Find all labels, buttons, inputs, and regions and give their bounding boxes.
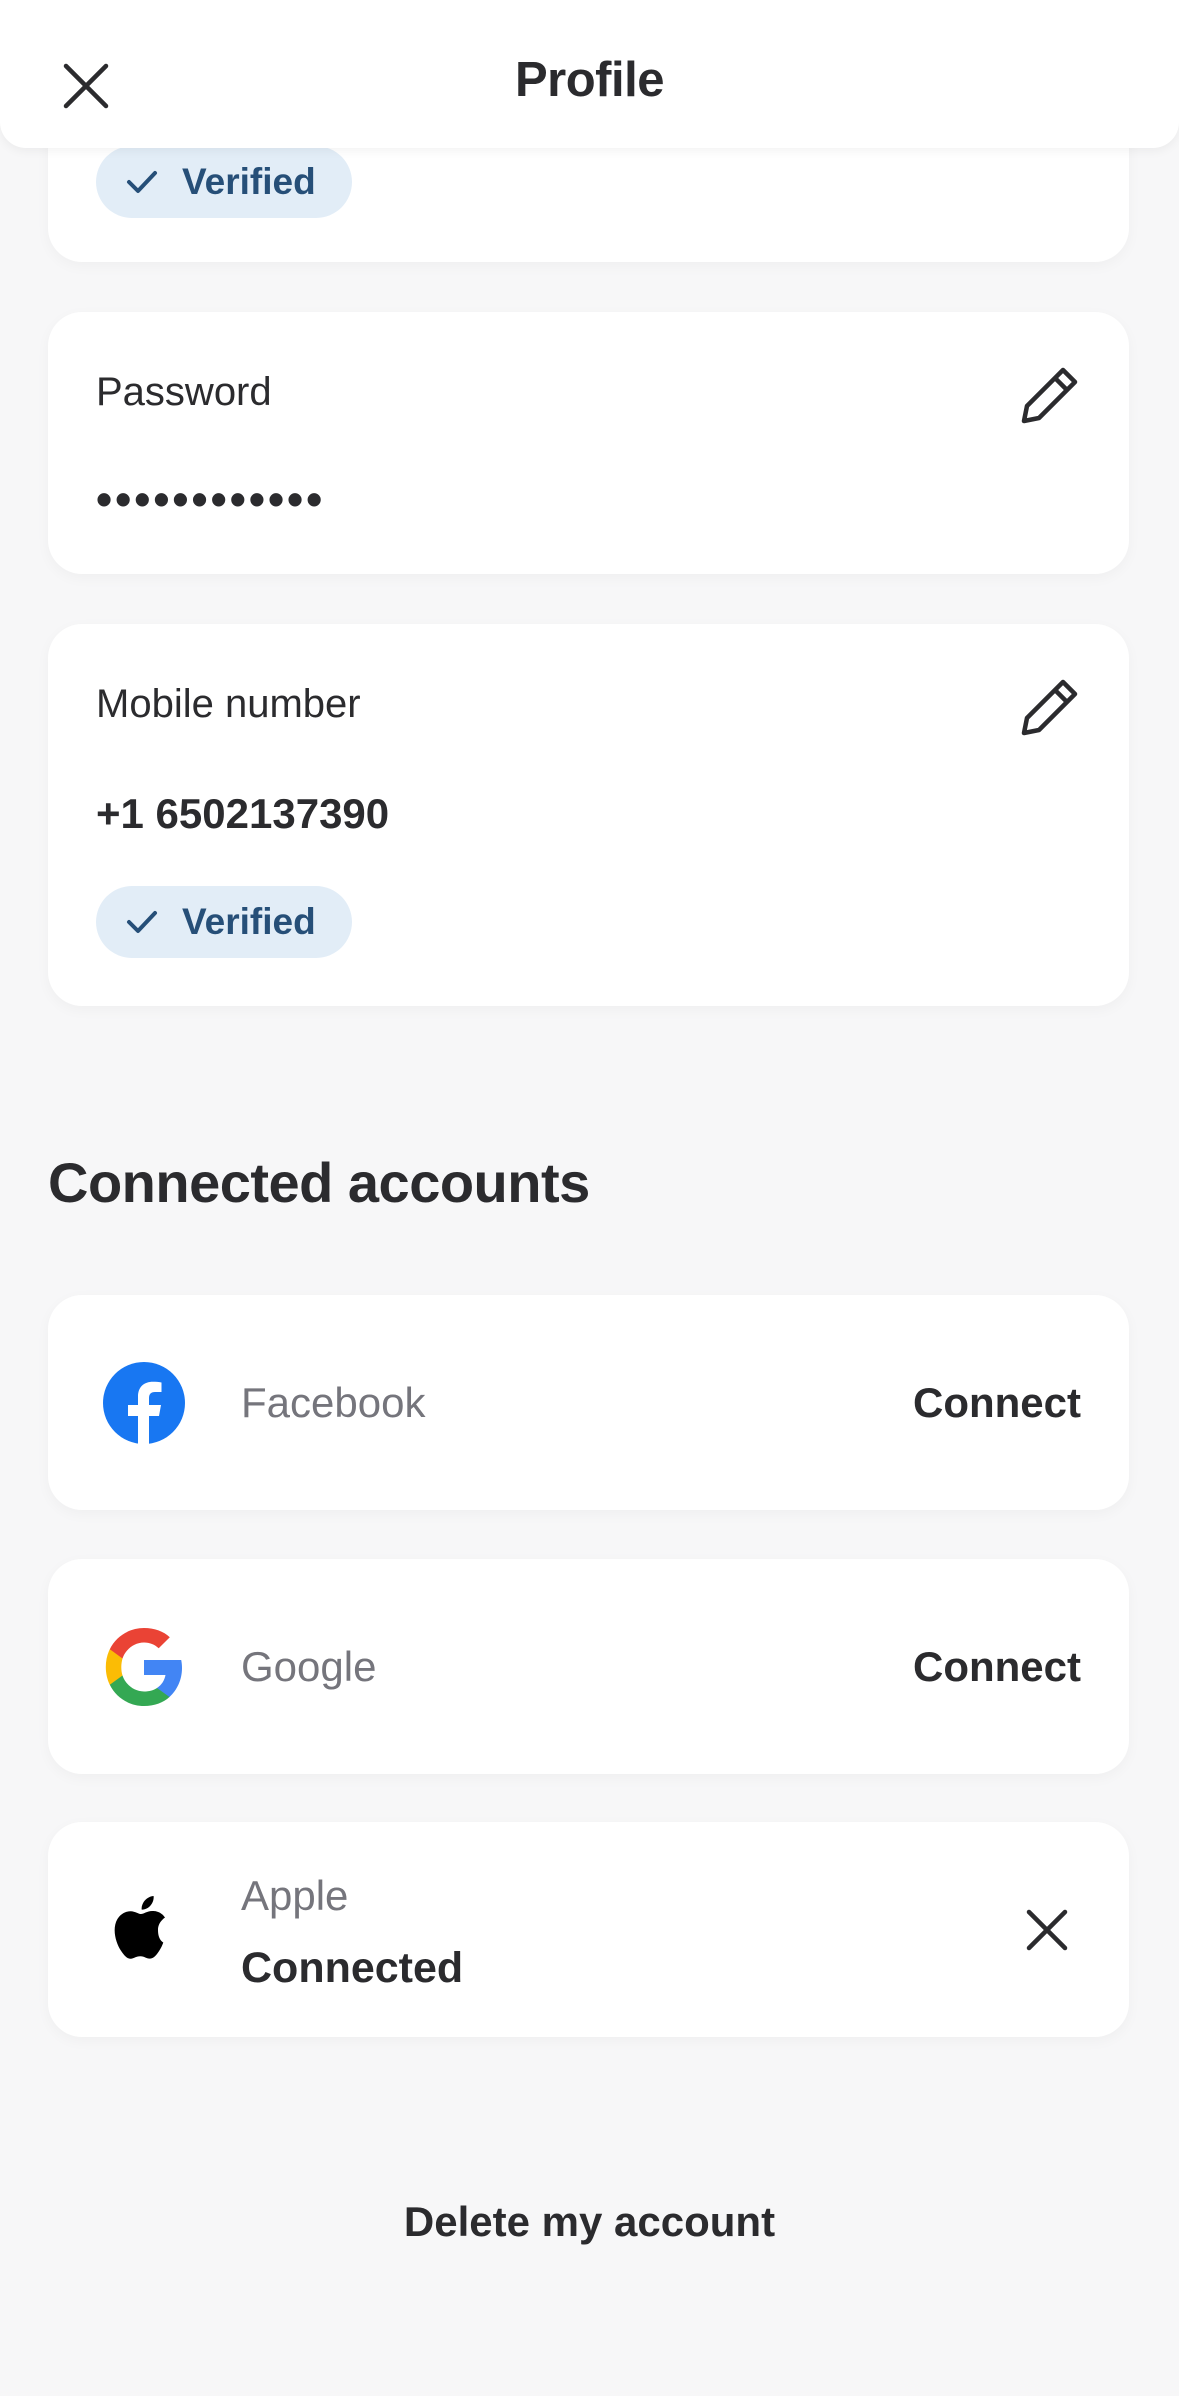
page-title: Profile: [515, 53, 664, 107]
facebook-icon: [102, 1361, 186, 1445]
google-account-row: Google Connect: [48, 1559, 1129, 1774]
facebook-connect-button[interactable]: Connect: [913, 1379, 1081, 1427]
delete-account-button[interactable]: Delete my account: [0, 2198, 1179, 2246]
pencil-icon: [1021, 679, 1078, 736]
top-bar: Profile: [0, 0, 1179, 148]
google-icon: [102, 1625, 186, 1709]
facebook-account-row: Facebook Connect: [48, 1295, 1129, 1510]
badge-label: Verified: [182, 161, 316, 202]
edit-mobile-button[interactable]: [1019, 676, 1081, 738]
password-value: ••••••••••••: [96, 473, 326, 525]
facebook-label: Facebook: [241, 1379, 426, 1426]
edit-password-button[interactable]: [1019, 364, 1081, 426]
google-label: Google: [241, 1643, 377, 1690]
checkmark-icon: [127, 911, 157, 933]
apple-icon: [102, 1886, 186, 1970]
google-connect-button[interactable]: Connect: [913, 1643, 1081, 1691]
email-verified-badge: Verified: [96, 146, 352, 218]
close-icon: [1026, 1909, 1068, 1951]
apple-status: Connected: [241, 1944, 464, 1992]
password-card: Password ••••••••••••: [48, 312, 1129, 574]
mobile-card: Mobile number +1 6502137390 Verified: [48, 624, 1129, 1006]
pencil-icon: [1021, 367, 1078, 424]
checkmark-icon: [127, 171, 157, 193]
mobile-value: +1 6502137390: [96, 790, 390, 837]
apple-disconnect-button[interactable]: [1021, 1904, 1073, 1956]
mobile-verified-badge: Verified: [96, 886, 352, 958]
password-label: Password: [96, 370, 272, 414]
apple-account-row: Apple Connected: [48, 1822, 1129, 2037]
badge-label: Verified: [182, 901, 316, 942]
mobile-label: Mobile number: [96, 682, 361, 726]
apple-label: Apple: [241, 1872, 349, 1919]
connected-accounts-heading: Connected accounts: [48, 1151, 590, 1214]
